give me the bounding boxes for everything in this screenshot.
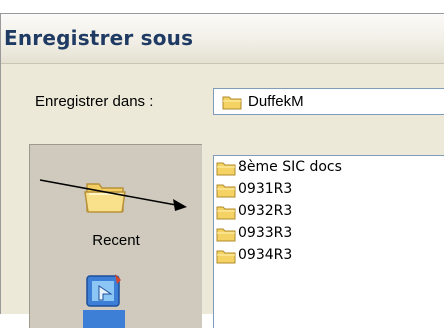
annotation-arrow [39,179,187,211]
